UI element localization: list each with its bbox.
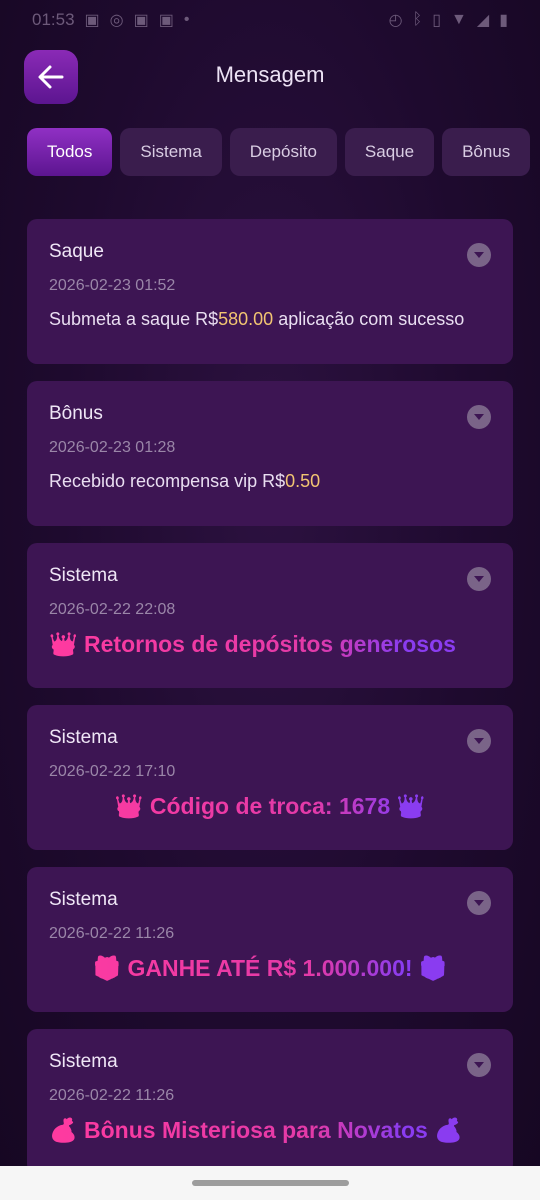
tab-deposito[interactable]: Depósito (229, 128, 337, 176)
message-list: Saque 2026-02-23 01:52 Submeta a saque R… (27, 219, 513, 1191)
message-title: Bônus (49, 403, 103, 424)
message-promo-text: 💰 Bônus Misteriosa para Novatos 💰 (49, 1117, 491, 1144)
message-amount: 0.50 (285, 471, 321, 491)
message-text-suffix: aplicação com sucesso (273, 309, 465, 329)
dot-icon: • (183, 11, 190, 28)
message-card[interactable]: Sistema 2026-02-22 17:10 👑 Código de tro… (27, 705, 513, 850)
message-amount: 580.00 (218, 309, 274, 329)
tab-todos[interactable]: Todos (27, 128, 113, 176)
message-promo-text: 🎁 GANHE ATÉ R$ 1.000.000! 🎁 (49, 955, 491, 982)
message-text: Recebido recompensa vip R$ (49, 471, 286, 491)
home-indicator[interactable] (192, 1180, 349, 1186)
message-card[interactable]: Sistema 2026-02-22 11:26 💰 Bônus Misteri… (27, 1029, 513, 1174)
message-promo-text: 👑 Código de troca: 1678 👑 (49, 793, 491, 820)
tab-saque[interactable]: Saque (344, 128, 435, 176)
facebook-icon: ▣ (84, 12, 100, 29)
message-date: 2026-02-23 01:52 (49, 277, 176, 294)
message-date: 2026-02-22 11:26 (49, 925, 175, 942)
tab-bar: Todos Sistema Depósito Saque Bônus (27, 128, 540, 178)
message-title: Saque (49, 241, 104, 262)
wifi-icon: ▼ (451, 11, 467, 28)
message-title: Sistema (49, 1051, 118, 1072)
message-date: 2026-02-23 01:28 (49, 439, 176, 456)
alarm-icon: ◴ (388, 12, 403, 29)
chevron-down-icon[interactable] (467, 405, 491, 429)
tab-sistema[interactable]: Sistema (120, 128, 222, 176)
status-time: 01:53 (32, 10, 75, 29)
vibrate-icon: ▯ (432, 12, 442, 29)
message-title: Sistema (49, 565, 118, 586)
message-card[interactable]: Sistema 2026-02-22 11:26 🎁 GANHE ATÉ R$ … (27, 867, 513, 1012)
message-promo-text: 👑 Retornos de depósitos generosos (49, 631, 491, 658)
message-title: Sistema (49, 727, 118, 748)
chevron-down-icon[interactable] (467, 243, 491, 267)
battery-icon: ▮ (499, 12, 508, 29)
message-body: Recebido recompensa vip R$0.50 (49, 471, 491, 492)
message-card[interactable]: Sistema 2026-02-22 22:08 👑 Retornos de d… (27, 543, 513, 688)
chevron-down-icon[interactable] (467, 891, 491, 915)
message-title: Sistema (49, 889, 118, 910)
page-title: Mensagem (215, 62, 325, 87)
tab-bonus[interactable]: Bônus (442, 128, 531, 176)
message-card[interactable]: Bônus 2026-02-23 01:28 Recebido recompen… (27, 381, 513, 526)
whatsapp-icon: ◎ (109, 12, 124, 29)
message-card[interactable]: Saque 2026-02-23 01:52 Submeta a saque R… (27, 219, 513, 364)
chevron-down-icon[interactable] (467, 1053, 491, 1077)
status-bar: 01:53 ▣ ◎ ▣ ▣ • ◴ ᛒ ▯ ▼ ◢ ▮ (0, 0, 540, 40)
message-text: Submeta a saque R$ (49, 309, 219, 329)
message-date: 2026-02-22 17:10 (49, 763, 176, 780)
header: Mensagem (0, 48, 540, 104)
chevron-down-icon[interactable] (467, 729, 491, 753)
facebook-icon: ▣ (158, 12, 174, 29)
chevron-down-icon[interactable] (467, 567, 491, 591)
message-date: 2026-02-22 11:26 (49, 1087, 175, 1104)
signal-icon: ◢ (476, 12, 490, 29)
bluetooth-icon: ᛒ (412, 11, 423, 28)
message-body: Submeta a saque R$580.00 aplicação com s… (49, 309, 491, 330)
message-date: 2026-02-22 22:08 (49, 601, 176, 618)
facebook-icon: ▣ (133, 12, 149, 29)
